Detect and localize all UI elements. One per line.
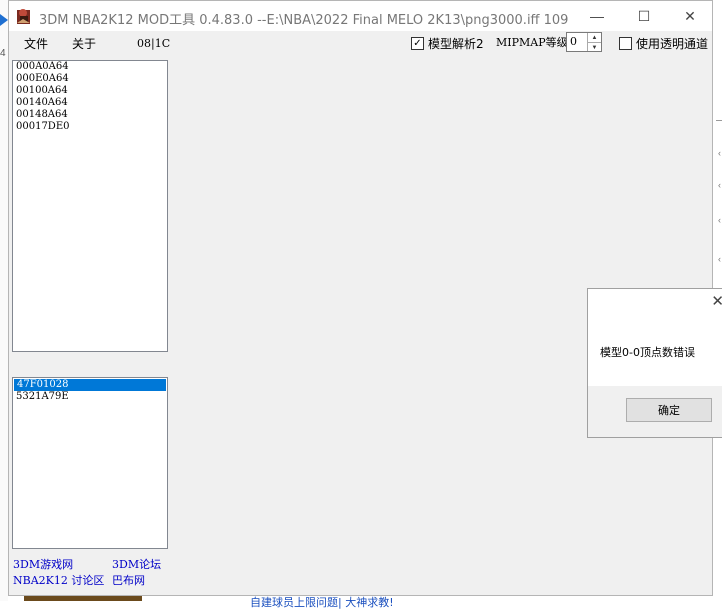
- minimize-button[interactable]: —: [574, 1, 620, 31]
- play-arrow-icon: [0, 14, 8, 26]
- background-image: [24, 596, 142, 601]
- chevron-icon: ‹: [718, 215, 721, 225]
- list-item[interactable]: 000A0A64: [13, 61, 167, 73]
- list-item[interactable]: 00148A64: [13, 109, 167, 121]
- list-item[interactable]: 00100A64: [13, 85, 167, 97]
- app-icon: [17, 9, 30, 24]
- background-left-strip: 4: [0, 0, 8, 601]
- dialog-footer: 确定: [588, 386, 722, 437]
- maximize-button[interactable]: ☐: [621, 1, 667, 31]
- list-item[interactable]: 00017DE0: [13, 121, 167, 133]
- menu-file[interactable]: 文件: [12, 35, 60, 53]
- dialog-message: 模型0-0顶点数错误: [600, 346, 695, 359]
- menu-bar: 文件 关于: [12, 35, 108, 53]
- hash-list[interactable]: 47F01028 5321A79E: [12, 377, 168, 549]
- spin-up-icon[interactable]: ▲: [588, 33, 601, 43]
- chevron-icon: ‹: [718, 180, 721, 190]
- checkbox-checked-icon[interactable]: ✓: [411, 37, 424, 50]
- hex-code-label: 08|1C: [137, 37, 171, 50]
- model-parse-label: 模型解析2: [428, 37, 484, 51]
- list-item-selected[interactable]: 47F01028: [14, 379, 166, 391]
- checkbox-unchecked-icon[interactable]: [619, 37, 632, 50]
- menu-about[interactable]: 关于: [60, 35, 108, 53]
- background-link[interactable]: 自建球员上限问题| 大神求教!: [250, 594, 394, 610]
- spin-down-icon[interactable]: ▼: [588, 43, 601, 52]
- chevron-icon: ‹: [718, 254, 721, 264]
- error-dialog: ✕ 模型0-0顶点数错误 确定: [587, 288, 722, 438]
- list-item[interactable]: 00140A64: [13, 97, 167, 109]
- mipmap-value[interactable]: 0: [570, 35, 577, 48]
- link-nba2k12-discussion[interactable]: NBA2K12 讨论区: [13, 572, 104, 588]
- link-babu-net[interactable]: 巴布网: [112, 572, 145, 588]
- window-title: 3DM NBA2K12 MOD工具 0.4.83.0 --E:\NBA\2022…: [39, 13, 569, 28]
- offset-list[interactable]: 000A0A64 000E0A64 00100A64 00140A64 0014…: [12, 60, 168, 352]
- list-item[interactable]: 5321A79E: [13, 391, 167, 403]
- mipmap-label: MIPMAP等级: [496, 36, 568, 49]
- mipmap-spinner[interactable]: 0 ▲ ▼: [566, 32, 602, 52]
- model-parse-checkbox[interactable]: ✓ 模型解析2: [411, 35, 484, 52]
- divider: [716, 120, 722, 121]
- chevron-icon: ‹: [718, 148, 721, 158]
- list-item[interactable]: 000E0A64: [13, 73, 167, 85]
- ok-button[interactable]: 确定: [626, 398, 712, 422]
- dialog-close-icon[interactable]: ✕: [711, 292, 722, 310]
- title-bar[interactable]: 3DM NBA2K12 MOD工具 0.4.83.0 --E:\NBA\2022…: [9, 1, 712, 31]
- background-left-char: 4: [0, 48, 6, 59]
- transparency-label: 使用透明通道: [636, 37, 709, 51]
- link-3dm-game-net[interactable]: 3DM游戏网: [13, 556, 73, 572]
- transparency-checkbox[interactable]: 使用透明通道: [619, 35, 708, 52]
- close-button[interactable]: ✕: [667, 1, 713, 31]
- link-3dm-forum[interactable]: 3DM论坛: [112, 556, 161, 572]
